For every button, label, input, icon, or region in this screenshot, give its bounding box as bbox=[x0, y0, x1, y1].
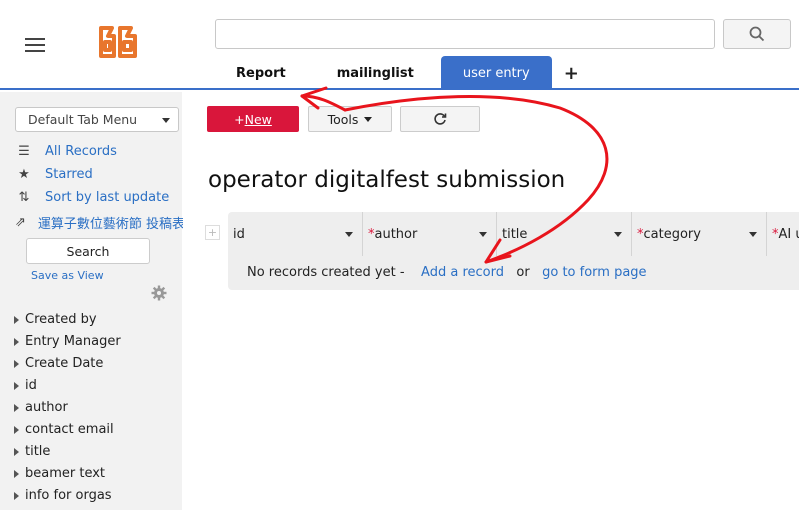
add-column-button[interactable]: + bbox=[205, 225, 220, 240]
caret-right-icon bbox=[14, 491, 19, 500]
or-text: or bbox=[516, 265, 530, 280]
column-header-title[interactable]: title bbox=[497, 212, 632, 256]
field-label: Entry Manager bbox=[25, 334, 121, 349]
tab-mailinglist[interactable]: mailinglist bbox=[307, 56, 441, 90]
field-label: Create Date bbox=[25, 356, 104, 371]
column-label: category bbox=[643, 226, 701, 242]
new-plus-icon: + bbox=[234, 111, 245, 127]
column-label: id bbox=[233, 226, 245, 242]
sidebar-item-label: Starred bbox=[45, 167, 93, 182]
column-label: author bbox=[374, 226, 418, 242]
chevron-down-icon[interactable] bbox=[749, 232, 757, 237]
field-author[interactable]: author bbox=[14, 400, 68, 415]
field-entry-manager[interactable]: Entry Manager bbox=[14, 334, 121, 349]
sidebar-item-all-records[interactable]: ☰ All Records bbox=[15, 144, 117, 159]
field-label: contact email bbox=[25, 422, 114, 437]
tools-button[interactable]: Tools bbox=[308, 106, 392, 132]
caret-right-icon bbox=[14, 425, 19, 434]
caret-right-icon bbox=[14, 469, 19, 478]
column-header-id[interactable]: id bbox=[228, 212, 363, 256]
share-icon: ⇗ bbox=[15, 215, 26, 230]
empty-state-text: No records created yet - bbox=[247, 265, 405, 280]
field-info-for-orgas[interactable]: info for orgas bbox=[14, 488, 112, 503]
tab-menu-label: Default Tab Menu bbox=[28, 112, 138, 127]
caret-right-icon bbox=[14, 381, 19, 390]
records-grid: id *author title *category *AI u No reco… bbox=[228, 212, 799, 290]
sidebar-search-button[interactable]: Search bbox=[26, 238, 150, 264]
caret-right-icon bbox=[14, 359, 19, 368]
app-logo[interactable] bbox=[98, 22, 140, 64]
column-header-author[interactable]: * author bbox=[363, 212, 497, 256]
field-label: id bbox=[25, 378, 37, 393]
refresh-button[interactable] bbox=[400, 106, 480, 132]
caret-right-icon bbox=[14, 447, 19, 456]
search-input[interactable] bbox=[215, 19, 715, 49]
sidebar-item-form[interactable]: ⇗ 運算子數位藝術節 投稿表 bbox=[15, 213, 183, 232]
sidebar-item-starred[interactable]: ★ Starred bbox=[15, 167, 93, 182]
field-label: beamer text bbox=[25, 466, 106, 481]
column-header-category[interactable]: * category bbox=[632, 212, 767, 256]
go-to-form-page-link[interactable]: go to form page bbox=[542, 265, 646, 280]
field-created-by[interactable]: Created by bbox=[14, 312, 97, 327]
field-label: info for orgas bbox=[25, 488, 112, 503]
sidebar: Default Tab Menu ☰ All Records ★ Starred… bbox=[0, 92, 183, 510]
field-label: Created by bbox=[25, 312, 97, 327]
add-record-link[interactable]: Add a record bbox=[421, 265, 504, 280]
sidebar-item-label: 運算子數位藝術節 投稿表 bbox=[37, 217, 183, 232]
search-button[interactable] bbox=[723, 19, 791, 49]
chevron-down-icon[interactable] bbox=[614, 232, 622, 237]
menu-icon[interactable] bbox=[25, 38, 45, 52]
column-label: title bbox=[502, 226, 528, 242]
tab-menu-select[interactable]: Default Tab Menu bbox=[15, 107, 179, 132]
new-button[interactable]: + New bbox=[207, 106, 299, 132]
page-title: operator digitalfest submission bbox=[208, 167, 566, 193]
column-header-ai[interactable]: *AI u bbox=[767, 212, 799, 256]
column-label: AI u bbox=[778, 226, 799, 242]
field-label: author bbox=[25, 400, 68, 415]
chevron-down-icon bbox=[162, 118, 170, 123]
top-bar: Report mailinglist user entry + bbox=[0, 0, 799, 90]
sidebar-item-label: Sort by last update bbox=[45, 190, 170, 205]
list-icon: ☰ bbox=[18, 144, 30, 159]
empty-state: No records created yet - Add a record or… bbox=[247, 265, 647, 280]
caret-right-icon bbox=[14, 315, 19, 324]
sidebar-item-sort[interactable]: ⇅ Sort by last update bbox=[15, 190, 170, 205]
sidebar-item-label: All Records bbox=[45, 144, 117, 159]
field-label: title bbox=[25, 444, 51, 459]
chevron-down-icon[interactable] bbox=[479, 232, 487, 237]
save-as-view-link[interactable]: Save as View bbox=[31, 269, 104, 282]
tab-report[interactable]: Report bbox=[215, 56, 307, 90]
field-title[interactable]: title bbox=[14, 444, 50, 459]
chevron-down-icon[interactable] bbox=[345, 232, 353, 237]
field-id[interactable]: id bbox=[14, 378, 37, 393]
star-icon: ★ bbox=[18, 167, 30, 182]
tab-user-entry[interactable]: user entry bbox=[440, 56, 552, 90]
tab-bar: Report mailinglist user entry + bbox=[215, 56, 591, 90]
field-beamer-text[interactable]: beamer text bbox=[14, 466, 105, 481]
add-tab-button[interactable]: + bbox=[552, 56, 591, 90]
field-contact-email[interactable]: contact email bbox=[14, 422, 114, 437]
new-label: New bbox=[244, 111, 272, 127]
search-icon bbox=[749, 26, 765, 42]
field-create-date[interactable]: Create Date bbox=[14, 356, 103, 371]
refresh-icon bbox=[434, 113, 447, 125]
sort-icon: ⇅ bbox=[18, 190, 30, 205]
caret-right-icon bbox=[14, 403, 19, 412]
chevron-down-icon bbox=[364, 116, 373, 122]
caret-right-icon bbox=[14, 337, 19, 346]
tools-label: Tools bbox=[327, 111, 359, 127]
gear-icon[interactable] bbox=[151, 285, 167, 301]
